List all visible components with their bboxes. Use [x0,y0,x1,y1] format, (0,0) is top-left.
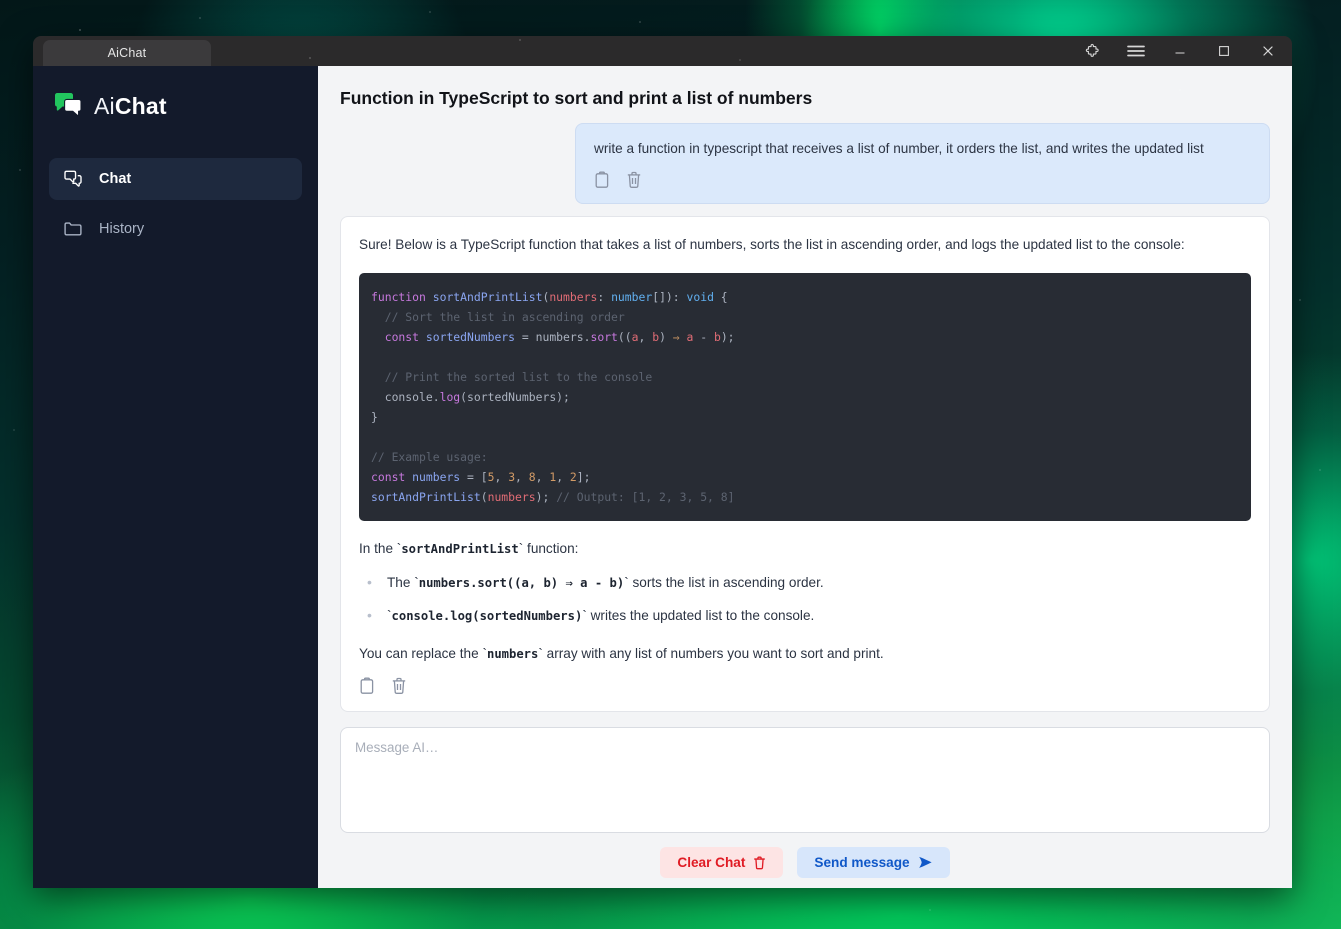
page-title: Function in TypeScript to sort and print… [340,66,1270,123]
titlebar-drag-area[interactable] [211,36,1070,66]
sidebar-item-chat[interactable]: Chat [49,158,302,200]
composer-buttons: Clear Chat Send message [340,847,1270,878]
delete-icon[interactable] [626,171,644,191]
assistant-note-lead: In the `sortAndPrintList` function: [359,539,1251,559]
list-item: The `numbers.sort((a, b) ⇒ a - b)` sorts… [359,573,1251,593]
puzzle-icon[interactable] [1070,36,1114,66]
window-titlebar: AiChat [33,36,1292,66]
folder-icon [63,219,83,239]
message-input[interactable] [340,727,1270,833]
user-message-row: write a function in typescript that rece… [340,123,1270,204]
note-lead-pre: In the ` [359,541,401,556]
close-icon[interactable] [1246,36,1290,66]
note-lead-post: ` function: [519,541,579,556]
send-arrow-icon [918,856,933,869]
window-tab[interactable]: AiChat [43,40,211,66]
copy-icon[interactable] [359,677,377,697]
user-message-actions [594,171,1251,191]
delete-icon[interactable] [391,677,409,697]
minimize-icon[interactable] [1158,36,1202,66]
list-item: `console.log(sortedNumbers)` writes the … [359,606,1251,626]
brand-prefix: Ai [94,93,115,119]
assistant-bullet-list: The `numbers.sort((a, b) ⇒ a - b)` sorts… [359,573,1251,626]
inline-code: numbers.sort((a, b) ⇒ a - b) [419,576,624,590]
chat-thread: write a function in typescript that rece… [340,123,1270,727]
sidebar-item-label: Chat [99,171,131,187]
user-message-bubble: write a function in typescript that rece… [575,123,1270,204]
hamburger-icon[interactable] [1114,36,1158,66]
brand-suffix: Chat [115,93,167,119]
window-body: AiChat Chat [33,66,1292,888]
chat-bubbles-icon [63,169,83,189]
send-message-button[interactable]: Send message [797,847,949,878]
composer-area: Clear Chat Send message [340,727,1270,888]
clear-chat-label: Clear Chat [677,855,745,870]
assistant-intro-text: Sure! Below is a TypeScript function tha… [359,235,1251,255]
app-brand-text: AiChat [94,93,167,120]
desktop-wallpaper: AiChat [0,0,1341,929]
closing-pre: You can replace the ` [359,646,487,661]
bullet-post: ` writes the updated list to the console… [582,608,814,623]
main-panel: Function in TypeScript to sort and print… [318,66,1292,888]
send-message-label: Send message [814,855,909,870]
window-tab-label: AiChat [108,46,147,60]
titlebar-controls [1070,36,1292,66]
bullet-pre: The ` [387,575,419,590]
inline-code: sortAndPrintList [401,542,518,556]
sidebar-item-label: History [99,221,144,237]
maximize-icon[interactable] [1202,36,1246,66]
inline-code: numbers [487,647,538,661]
trash-icon [753,856,766,870]
app-brand: AiChat [49,92,302,120]
user-message-text: write a function in typescript that rece… [594,139,1251,159]
sidebar: AiChat Chat [33,66,318,888]
chat-bubble-logo-icon [53,92,83,120]
app-window: AiChat [33,36,1292,888]
assistant-closing-text: You can replace the `numbers` array with… [359,644,1251,664]
clear-chat-button[interactable]: Clear Chat [660,847,783,878]
assistant-message-card: Sure! Below is a TypeScript function tha… [340,216,1270,712]
copy-icon[interactable] [594,171,612,191]
closing-post: ` array with any list of numbers you wan… [538,646,883,661]
code-block[interactable]: function sortAndPrintList(numbers: numbe… [359,273,1251,521]
assistant-message-actions [359,677,1251,697]
sidebar-item-history[interactable]: History [49,208,302,250]
bullet-post: ` sorts the list in ascending order. [624,575,823,590]
inline-code: console.log(sortedNumbers) [392,609,583,623]
